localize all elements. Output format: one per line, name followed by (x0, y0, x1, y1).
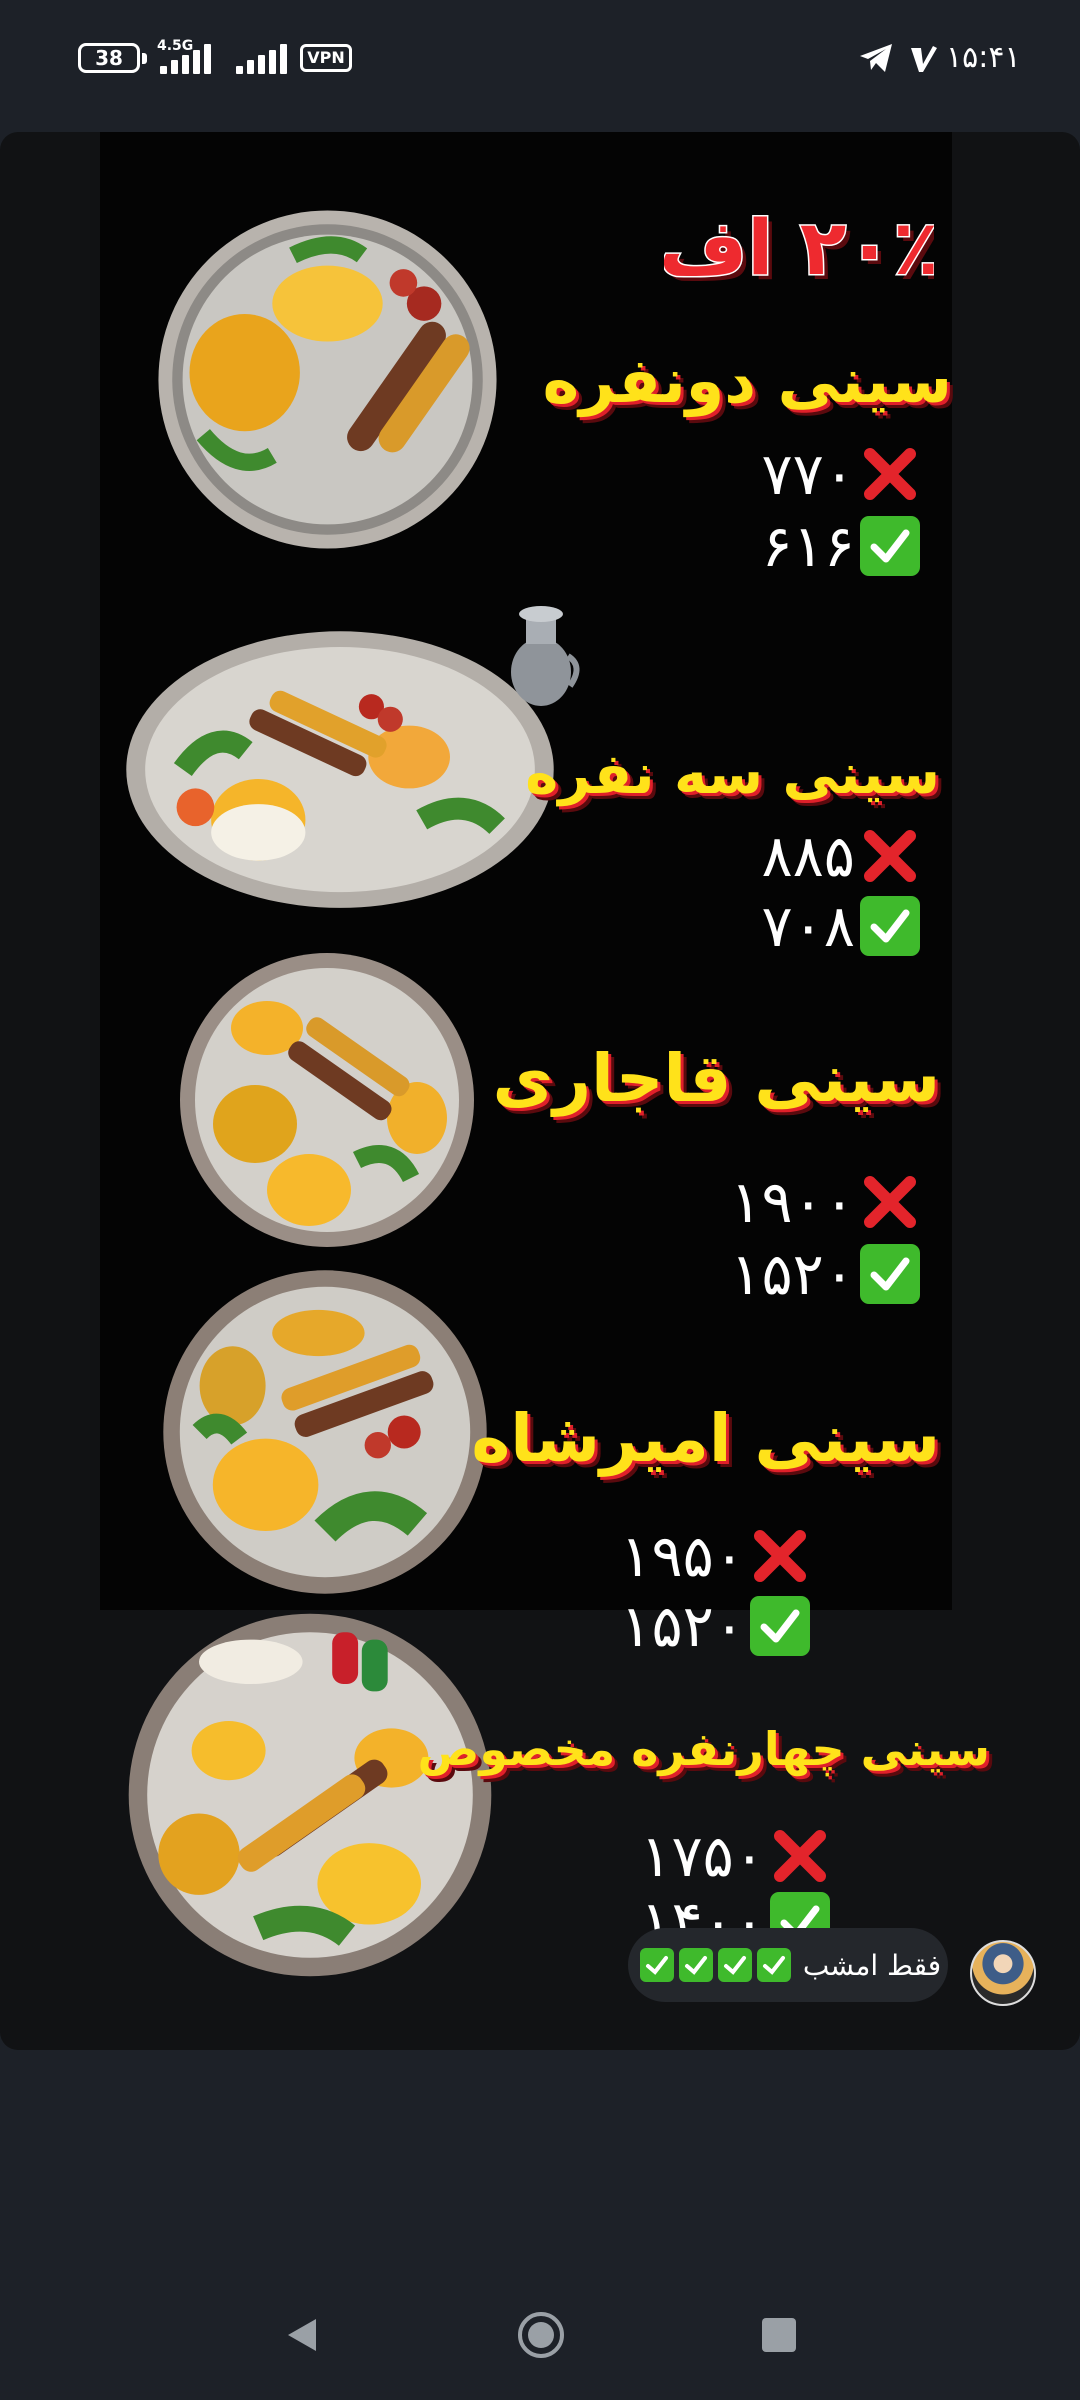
old-price-2: ۸۸۵ (660, 822, 920, 894)
water-jug-image (511, 606, 580, 706)
item-title-1: سینی دونفره (542, 344, 952, 417)
check-mark-icon (756, 1948, 791, 1982)
food-plate-image-3 (177, 950, 477, 1250)
story-caption: فقط امشب (628, 1928, 948, 2002)
back-icon[interactable] (282, 2315, 322, 2355)
clock: ۱۵:۴۱ (946, 40, 1021, 75)
v-app-icon (911, 46, 937, 72)
new-price-3: ۱۵۲۰ (620, 1240, 920, 1312)
check-mark-icon (860, 896, 920, 956)
item-title-5: سینی چهارنفره مخصوص (417, 1722, 990, 1776)
old-price-5: ۱۷۵۰ (570, 1822, 830, 1894)
avatar[interactable] (970, 1940, 1036, 2006)
telegram-icon (860, 44, 892, 72)
cross-mark-icon (770, 1826, 830, 1886)
new-price-4: ۱۵۲۰ (530, 1592, 810, 1664)
svg-text:۲۰٪ اف: ۲۰٪ اف (664, 203, 934, 292)
food-plate-image-5 (125, 1610, 495, 1980)
item-title-4: سینی امیرشاه (471, 1400, 940, 1477)
check-mark-icon (717, 1948, 752, 1982)
menu-poster: ۲۰٪ اف ۲۰٪ اف سینی دونفره ۷۷۰ ۶۱۶ سینی س… (100, 132, 952, 1610)
cross-mark-icon (860, 1172, 920, 1232)
story-viewer[interactable]: ۲۰٪ اف ۲۰٪ اف سینی دونفره ۷۷۰ ۶۱۶ سینی س… (0, 132, 1080, 2050)
cross-mark-icon (860, 444, 920, 504)
food-plate-image-2 (120, 597, 560, 917)
new-price-2: ۷۰۸ (660, 892, 920, 964)
battery-icon: 38 (78, 43, 147, 73)
check-mark-icon (860, 1244, 920, 1304)
home-icon[interactable] (516, 2310, 566, 2360)
food-plate-image-1 (155, 207, 500, 552)
signal-icon-sim2 (236, 44, 298, 74)
old-price-1: ۷۷۰ (660, 440, 920, 512)
check-mark-icon (860, 516, 920, 576)
old-price-3: ۱۹۰۰ (620, 1168, 920, 1240)
signal-icon (160, 44, 222, 74)
old-price-4: ۱۹۵۰ (530, 1522, 810, 1594)
status-bar: 38 4.5G VPN ۱۵:۴۱ (0, 0, 1080, 120)
discount-badge: ۲۰٪ اف ۲۰٪ اف (658, 192, 944, 300)
food-plate-image-4 (160, 1267, 490, 1597)
item-title-2: سینی سه نفره (525, 742, 940, 807)
discount-badge-art: ۲۰٪ اف ۲۰٪ اف (658, 202, 944, 298)
new-price-1: ۶۱۶ (660, 512, 920, 584)
item-title-3: سینی قاجاری (492, 1040, 940, 1117)
vpn-badge: VPN (300, 44, 352, 72)
check-mark-icon (678, 1948, 713, 1982)
recent-apps-icon[interactable] (762, 2318, 796, 2352)
cross-mark-icon (750, 1526, 810, 1586)
check-mark-icon (639, 1948, 674, 1982)
check-mark-icon (750, 1596, 810, 1656)
cross-mark-icon (860, 826, 920, 886)
